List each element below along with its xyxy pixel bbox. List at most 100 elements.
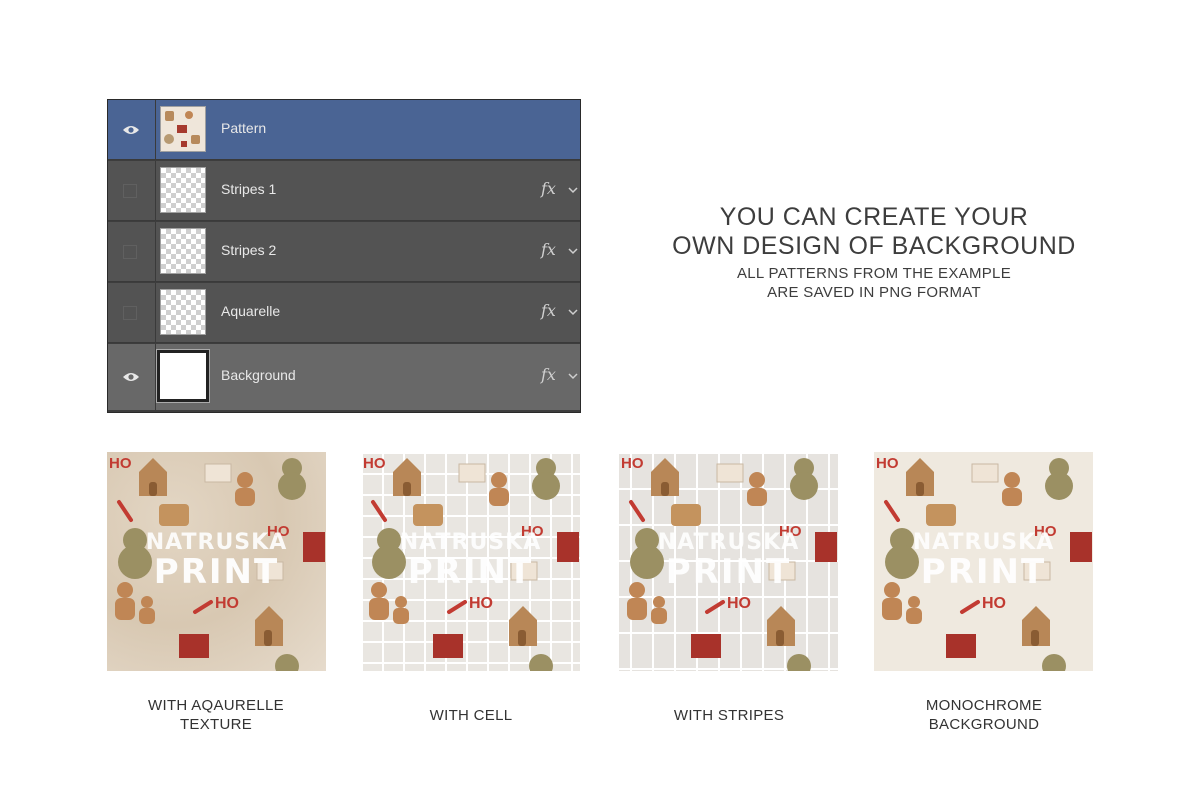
cookie-icon: [413, 504, 443, 526]
candy-cane-icon: [193, 600, 213, 614]
cookie-icon: [926, 504, 956, 526]
chevron-down-icon[interactable]: [567, 246, 579, 256]
tree-icon: [532, 472, 560, 500]
headline-subtitle: ALL PATTERNS FROM THE EXAMPLE ARE SAVED …: [640, 264, 1108, 302]
layer-thumbnail: [156, 349, 210, 403]
gingerbread-man-body: [627, 598, 647, 620]
layer-row-pattern[interactable]: Pattern: [108, 100, 580, 160]
gift-icon: [433, 634, 463, 658]
headline-line: OWN DESIGN OF BACKGROUND: [672, 232, 1076, 260]
fx-icon[interactable]: fx: [541, 301, 556, 320]
caption-line: WITH CELL: [429, 707, 513, 724]
house-door-icon: [1031, 630, 1039, 646]
fx-icon[interactable]: fx: [541, 179, 556, 198]
watermark-line: PRINT: [920, 552, 1047, 592]
tree-icon: [1045, 472, 1073, 500]
pattern-sample-stripes: HO HO HO NATRUSKA PRINT: [619, 452, 838, 671]
gingerbread-man-body: [882, 598, 902, 620]
gingerbread-man-icon: [237, 472, 253, 488]
house-door-icon: [403, 482, 411, 496]
tree-icon: [1042, 654, 1066, 671]
watermark-line: PRINT: [153, 552, 280, 592]
gingerbread-man-icon: [908, 596, 920, 608]
candy-cane-icon: [117, 500, 133, 522]
layer-row-background[interactable]: Background fx: [108, 344, 580, 410]
gingerbread-man-body: [747, 488, 767, 506]
gingerbread-man-body: [115, 598, 135, 620]
subtitle-line: ALL PATTERNS FROM THE EXAMPLE: [736, 265, 1012, 282]
gingerbread-man-icon: [749, 472, 765, 488]
visibility-toggle[interactable]: [108, 222, 156, 281]
headline-line: YOU CAN CREATE YOUR: [719, 203, 1029, 231]
visibility-checkbox[interactable]: [123, 306, 137, 320]
visibility-checkbox[interactable]: [123, 184, 137, 198]
visibility-toggle[interactable]: [108, 161, 156, 220]
eye-icon[interactable]: [122, 371, 140, 383]
caption-line: MONOCHROME: [925, 697, 1043, 714]
gingerbread-man-icon: [141, 596, 153, 608]
candy-cane-icon: [371, 500, 387, 522]
chevron-down-icon[interactable]: [567, 371, 579, 381]
gingerbread-man-icon: [653, 596, 665, 608]
layer-row-stripes-1[interactable]: Stripes 1 fx: [108, 161, 580, 221]
visibility-checkbox[interactable]: [123, 245, 137, 259]
layer-name: Background: [221, 367, 296, 383]
subtitle-line: ARE SAVED IN PNG FORMAT: [767, 284, 981, 301]
pattern-sample-monochrome: HO HO HO NATRUSKA PRINT: [874, 452, 1093, 671]
ho-text: HO: [982, 595, 1006, 612]
ho-text: HO: [876, 455, 899, 472]
ho-text: HO: [469, 595, 493, 612]
ho-text: HO: [363, 455, 386, 472]
caption-aquarelle: WITH AQAURELLE TEXTURE: [96, 696, 336, 734]
caption-cell: WITH CELL: [351, 706, 591, 725]
ho-text: HO: [621, 455, 644, 472]
layer-row-aquarelle[interactable]: Aquarelle fx: [108, 283, 580, 343]
visibility-toggle[interactable]: [108, 344, 156, 410]
candy-cane-icon: [884, 500, 900, 522]
visibility-toggle[interactable]: [108, 283, 156, 342]
gingerbread-man-body: [235, 488, 255, 506]
candy-cane-icon: [705, 600, 725, 614]
layer-name: Stripes 2: [221, 242, 277, 258]
ho-text: HO: [109, 455, 132, 472]
house-door-icon: [518, 630, 526, 646]
pattern-sample-aquarelle: HO HO HO NATRUSKA PRINT: [107, 452, 326, 671]
gingerbread-man-body: [1002, 488, 1022, 506]
tree-icon: [529, 654, 553, 671]
gingerbread-man-icon: [395, 596, 407, 608]
caption-line: TEXTURE: [179, 716, 253, 733]
watermark-line: PRINT: [407, 552, 534, 592]
envelope-icon: [458, 463, 486, 483]
gingerbread-man-body: [369, 598, 389, 620]
eye-icon[interactable]: [122, 124, 140, 136]
visibility-toggle[interactable]: [108, 100, 156, 159]
candy-cane-icon: [447, 600, 467, 614]
chevron-down-icon[interactable]: [567, 307, 579, 317]
envelope-icon: [204, 463, 232, 483]
ho-text: HO: [215, 595, 239, 612]
gingerbread-man-body: [393, 608, 409, 624]
caption-line: BACKGROUND: [928, 716, 1040, 733]
house-door-icon: [661, 482, 669, 496]
chevron-down-icon[interactable]: [567, 185, 579, 195]
fx-icon[interactable]: fx: [541, 240, 556, 259]
layer-name: Stripes 1: [221, 181, 277, 197]
candy-cane-icon: [629, 500, 645, 522]
caption-line: WITH STRIPES: [673, 707, 785, 724]
fx-icon[interactable]: fx: [541, 365, 556, 384]
gingerbread-man-icon: [491, 472, 507, 488]
tree-icon: [787, 654, 811, 671]
house-door-icon: [264, 630, 272, 646]
caption-stripes: WITH STRIPES: [609, 706, 849, 725]
watermark-line: PRINT: [665, 552, 792, 592]
layer-thumbnail: [160, 167, 206, 213]
layer-thumbnail: [160, 106, 206, 152]
envelope-icon: [971, 463, 999, 483]
tree-icon: [275, 654, 299, 671]
layers-panel: Pattern Stripes 1 fx Stripes 2 fx Aquare…: [107, 99, 581, 413]
gingerbread-man-icon: [1004, 472, 1020, 488]
candy-cane-icon: [960, 600, 980, 614]
gingerbread-man-body: [651, 608, 667, 624]
layer-row-stripes-2[interactable]: Stripes 2 fx: [108, 222, 580, 282]
tree-icon: [790, 472, 818, 500]
